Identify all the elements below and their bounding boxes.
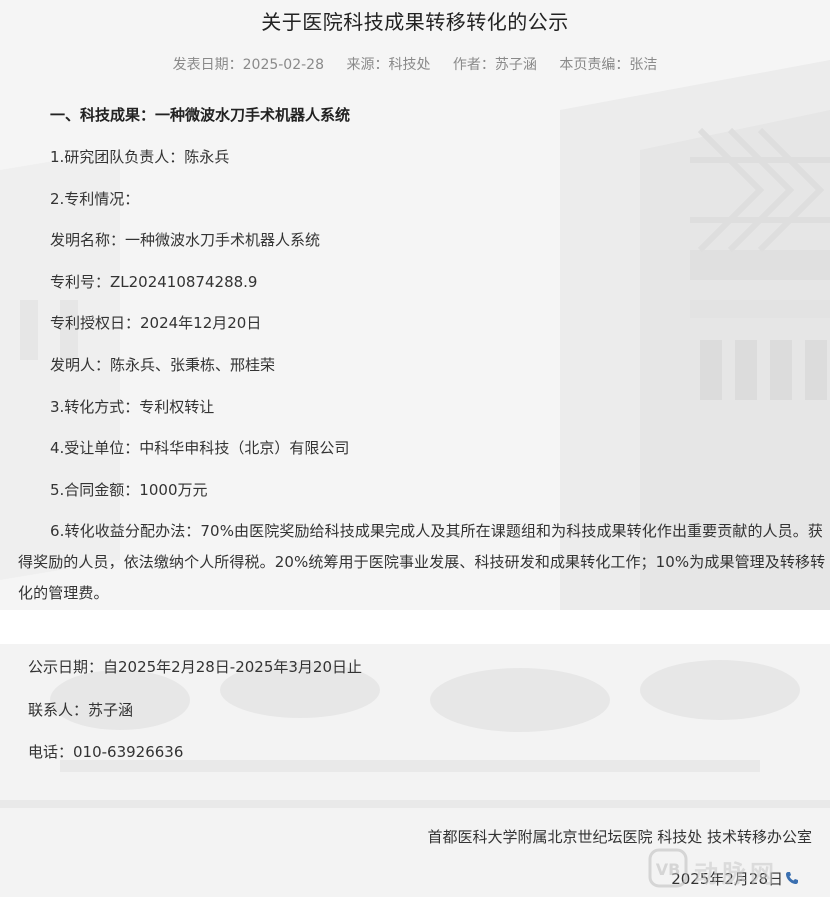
notice-period: 公示日期：自2025年2月28日-2025年3月20日止 <box>28 658 363 676</box>
publish-date: 发表日期：2025-02-28 <box>172 57 324 73</box>
watermark-text: 动脉网 <box>694 860 778 888</box>
team-lead-line: 1.研究团队负责人：陈永兵 <box>50 148 230 166</box>
vb-logo-icon: VB <box>648 848 688 888</box>
section-divider <box>0 610 830 644</box>
inventors-line: 发明人：陈永兵、张秉栋、邢桂荣 <box>50 356 276 374</box>
contract-amount-line: 5.合同金额：1000万元 <box>50 481 208 499</box>
contact-phone: 电话：010-63926636 <box>28 743 184 761</box>
watermark: VB 动脉网 <box>648 848 828 888</box>
article-source: 来源：科技处 <box>346 57 431 73</box>
article-editor: 本页责编：张洁 <box>559 57 658 73</box>
patent-number-line: 专利号：ZL202410874288.9 <box>50 273 258 291</box>
signature-organization: 首都医科大学附属北京世纪坛医院 科技处 技术转移办公室 <box>427 828 812 846</box>
article-author: 作者：苏子涵 <box>452 57 537 73</box>
patent-status-line: 2.专利情况： <box>50 190 140 208</box>
page-title: 关于医院科技成果转移转化的公示 <box>261 10 569 34</box>
article-meta: 发表日期：2025-02-28 来源：科技处 作者：苏子涵 本页责编：张洁 <box>0 54 830 74</box>
article-container: 关于医院科技成果转移转化的公示 发表日期：2025-02-28 来源：科技处 作… <box>0 0 830 897</box>
svg-text:VB: VB <box>656 860 681 879</box>
contact-person: 联系人：苏子涵 <box>28 701 134 719</box>
invention-name-line: 发明名称：一种微波水刀手术机器人系统 <box>50 231 321 249</box>
revenue-distribution-paragraph: 6.转化收益分配办法：70%由医院奖励给科技成果完成人及其所在课题组和为科技成果… <box>18 522 826 602</box>
assignee-line: 4.受让单位：中科华申科技（北京）有限公司 <box>50 439 350 457</box>
section-heading: 一、科技成果：一种微波水刀手术机器人系统 <box>50 106 351 124</box>
transfer-method-line: 3.转化方式：专利权转让 <box>50 398 215 416</box>
patent-grant-date-line: 专利授权日：2024年12月20日 <box>50 314 262 332</box>
